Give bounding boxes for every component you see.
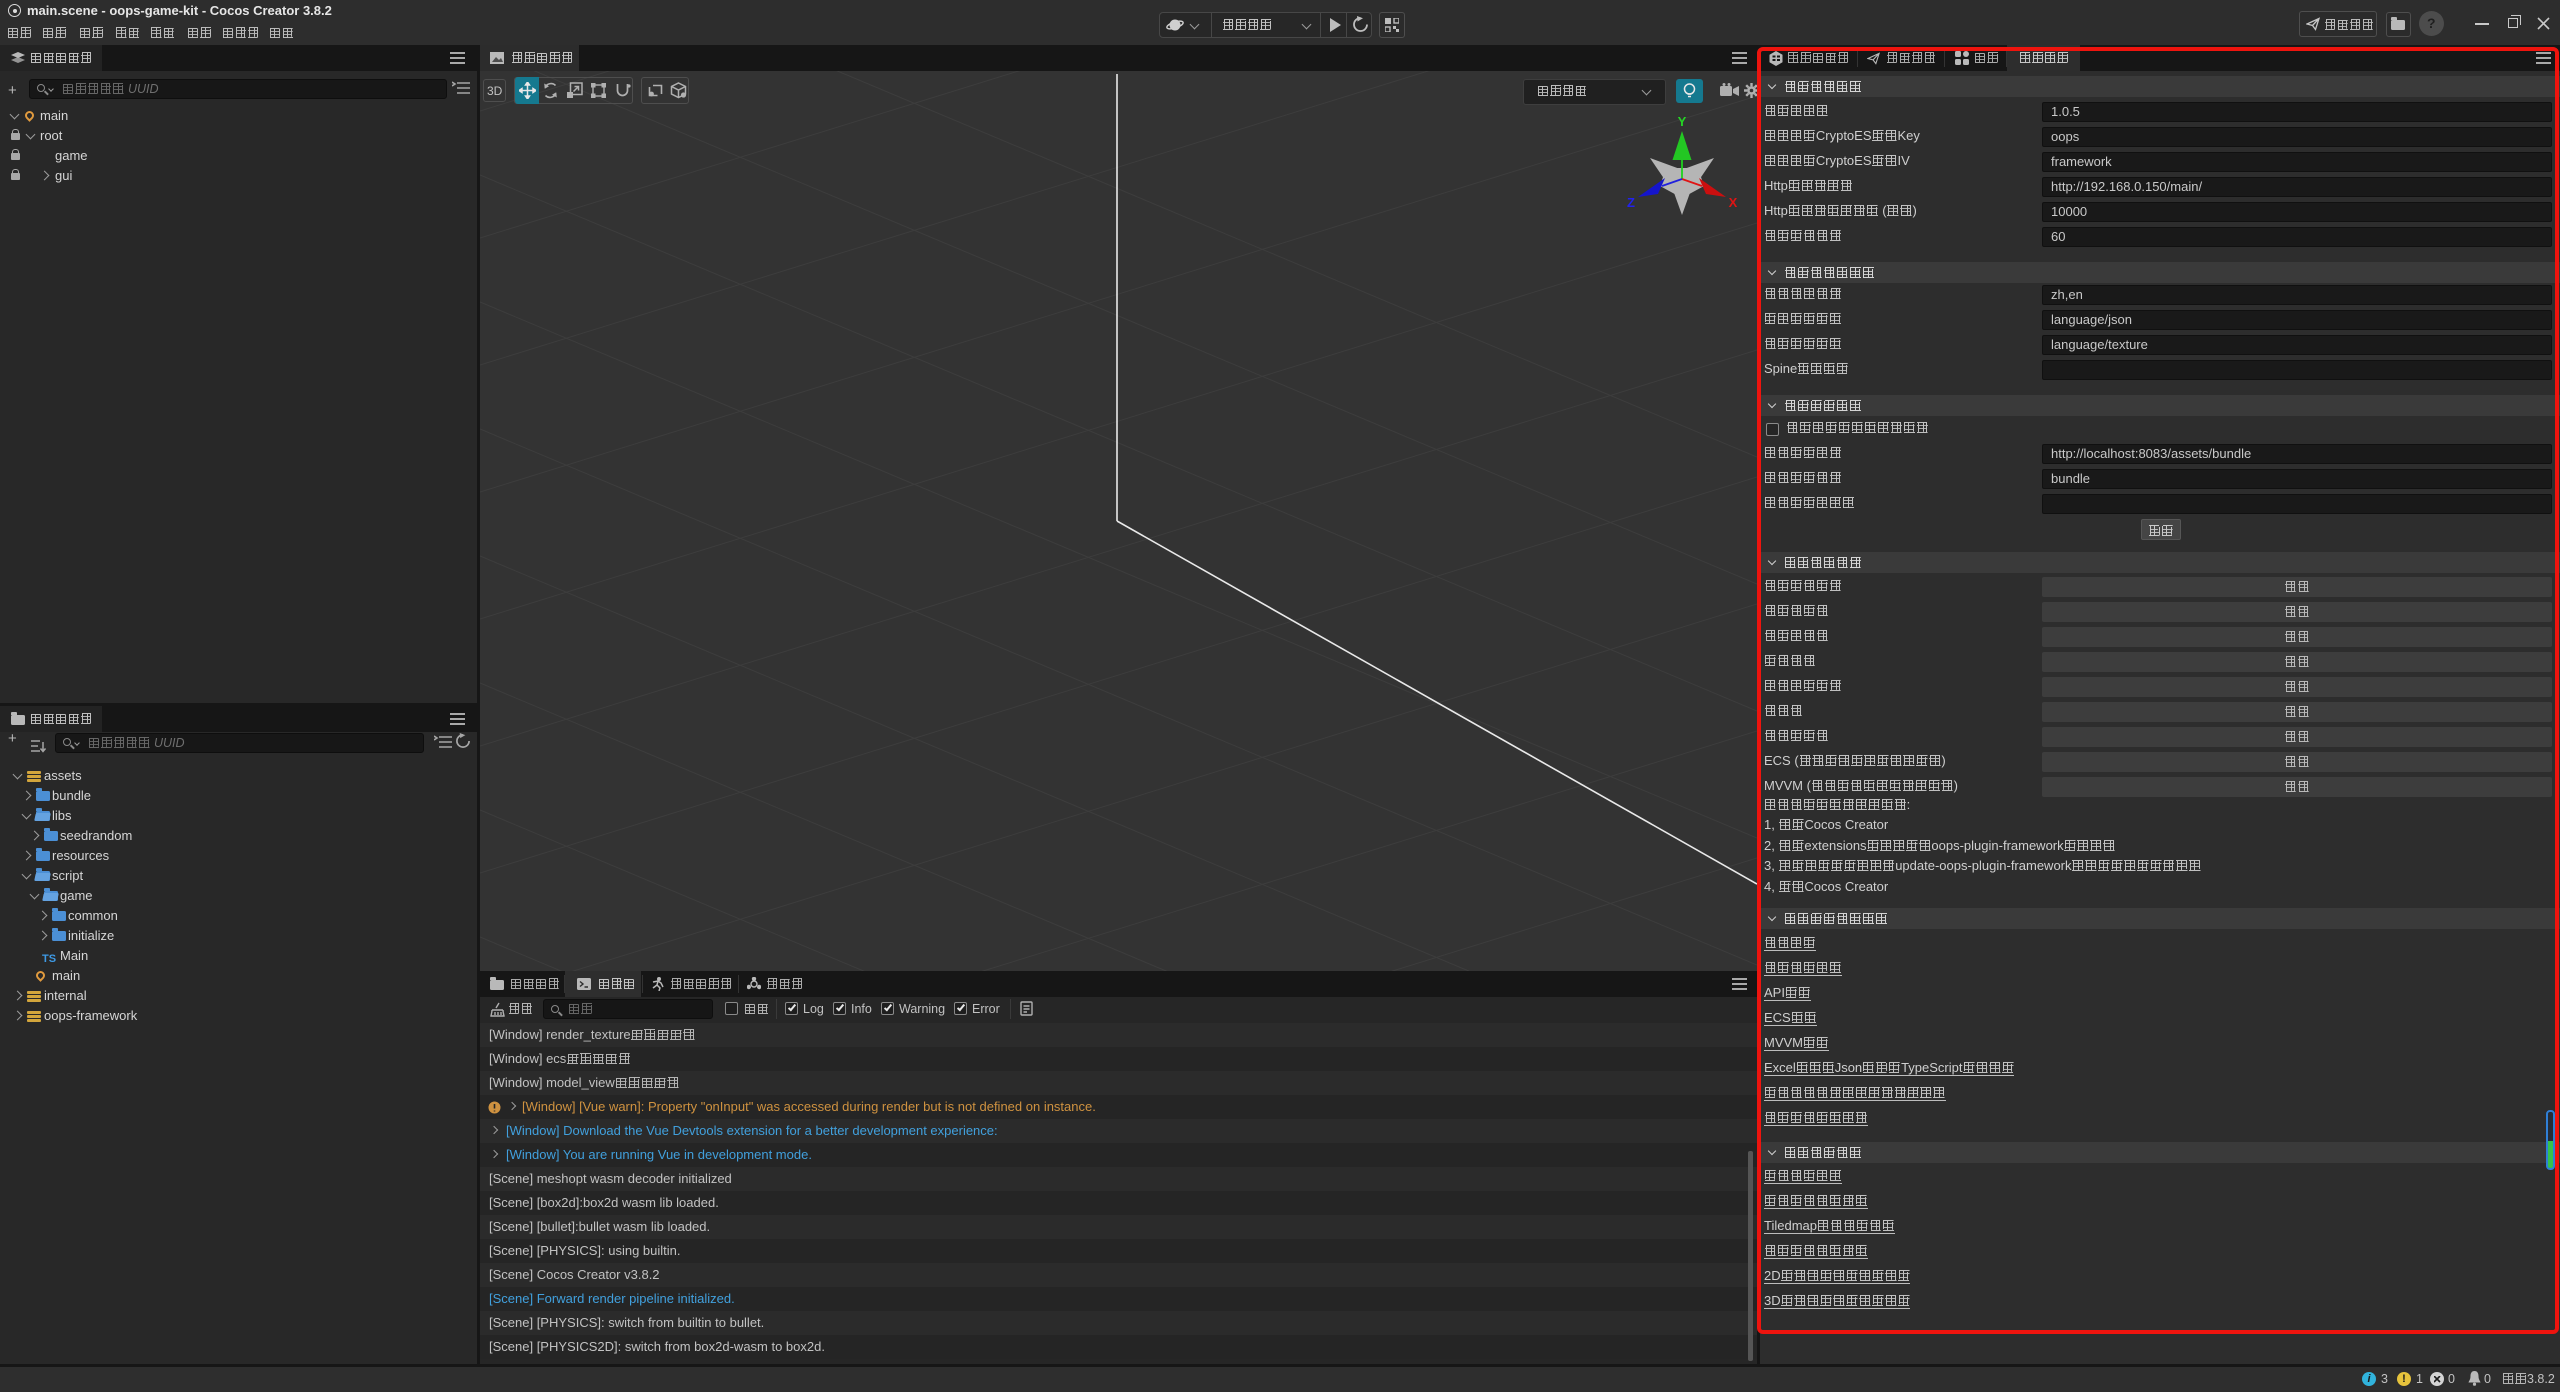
svg-text:Y: Y bbox=[1678, 114, 1687, 129]
svg-text:X: X bbox=[1729, 195, 1738, 210]
svg-text:Z: Z bbox=[1627, 195, 1635, 210]
